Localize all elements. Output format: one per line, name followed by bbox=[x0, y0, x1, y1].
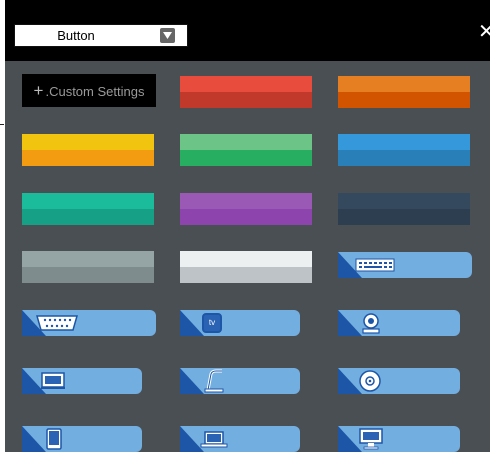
icon-tile-disc[interactable] bbox=[338, 368, 460, 394]
swatch-gray[interactable] bbox=[22, 251, 154, 283]
swatch-top bbox=[22, 134, 154, 150]
window-bottom-edge bbox=[0, 452, 490, 457]
webcam-icon bbox=[362, 313, 380, 334]
tablet-icon bbox=[46, 428, 62, 450]
document-camera-icon bbox=[204, 369, 224, 393]
tv-icon-label: tv bbox=[208, 318, 216, 327]
vga-port-icon bbox=[36, 315, 78, 331]
laptop-icon bbox=[200, 431, 228, 448]
tile-corner bbox=[180, 368, 204, 394]
close-icon[interactable]: ✕ bbox=[478, 22, 490, 42]
swatch-top bbox=[180, 76, 312, 92]
swatch-top bbox=[22, 193, 154, 209]
edge-tick bbox=[0, 124, 4, 125]
swatch-teal[interactable] bbox=[22, 193, 154, 225]
custom-settings-button[interactable]: + .Custom Settings bbox=[22, 74, 156, 107]
swatch-orange[interactable] bbox=[338, 76, 470, 108]
dropdown-selected-value: Button bbox=[57, 28, 95, 43]
monitor-icon bbox=[41, 372, 65, 389]
icon-tile-tv[interactable]: tv bbox=[180, 310, 300, 336]
desktop-icon bbox=[359, 428, 383, 450]
swatch-bottom bbox=[22, 150, 154, 166]
swatch-top bbox=[338, 76, 470, 92]
swatch-purple[interactable] bbox=[180, 193, 312, 225]
swatch-bottom bbox=[180, 209, 312, 225]
swatch-top bbox=[180, 193, 312, 209]
icon-tile-laptop[interactable] bbox=[180, 426, 300, 452]
swatch-navy[interactable] bbox=[338, 193, 470, 225]
icon-tile-webcam[interactable] bbox=[338, 310, 460, 336]
swatch-bottom bbox=[180, 92, 312, 108]
swatch-yellow[interactable] bbox=[22, 134, 154, 166]
icon-tile-vga[interactable] bbox=[22, 310, 156, 336]
swatch-bottom bbox=[338, 150, 470, 166]
swatch-top bbox=[22, 251, 154, 267]
disc-icon bbox=[359, 370, 381, 392]
swatch-bottom bbox=[338, 92, 470, 108]
plus-icon: + bbox=[33, 81, 44, 100]
custom-settings-label: .Custom Settings bbox=[45, 84, 145, 99]
chevron-down-icon[interactable] bbox=[160, 28, 175, 43]
swatch-bottom bbox=[180, 150, 312, 166]
swatch-bottom bbox=[22, 267, 154, 283]
icon-tile-document-camera[interactable] bbox=[180, 368, 300, 394]
swatch-bottom bbox=[338, 209, 470, 225]
tv-icon: tv bbox=[202, 313, 222, 333]
swatch-green[interactable] bbox=[180, 134, 312, 166]
keyboard-icon bbox=[355, 258, 395, 272]
swatch-white[interactable] bbox=[180, 251, 312, 283]
swatch-bottom bbox=[22, 209, 154, 225]
icon-tile-desktop[interactable] bbox=[338, 426, 460, 452]
tile-corner bbox=[180, 310, 204, 336]
swatch-top bbox=[338, 134, 470, 150]
style-dropdown[interactable]: Button bbox=[14, 24, 188, 47]
tile-corner bbox=[22, 426, 46, 452]
swatch-red[interactable] bbox=[180, 76, 312, 108]
swatch-bottom bbox=[180, 267, 312, 283]
icon-tile-tablet[interactable] bbox=[22, 426, 142, 452]
icon-tile-monitor[interactable] bbox=[22, 368, 142, 394]
swatch-top bbox=[180, 251, 312, 267]
icon-tile-keyboard[interactable] bbox=[338, 252, 472, 278]
swatch-blue[interactable] bbox=[338, 134, 470, 166]
swatch-top bbox=[180, 134, 312, 150]
swatch-top bbox=[338, 193, 470, 209]
window-left-edge bbox=[0, 0, 5, 457]
